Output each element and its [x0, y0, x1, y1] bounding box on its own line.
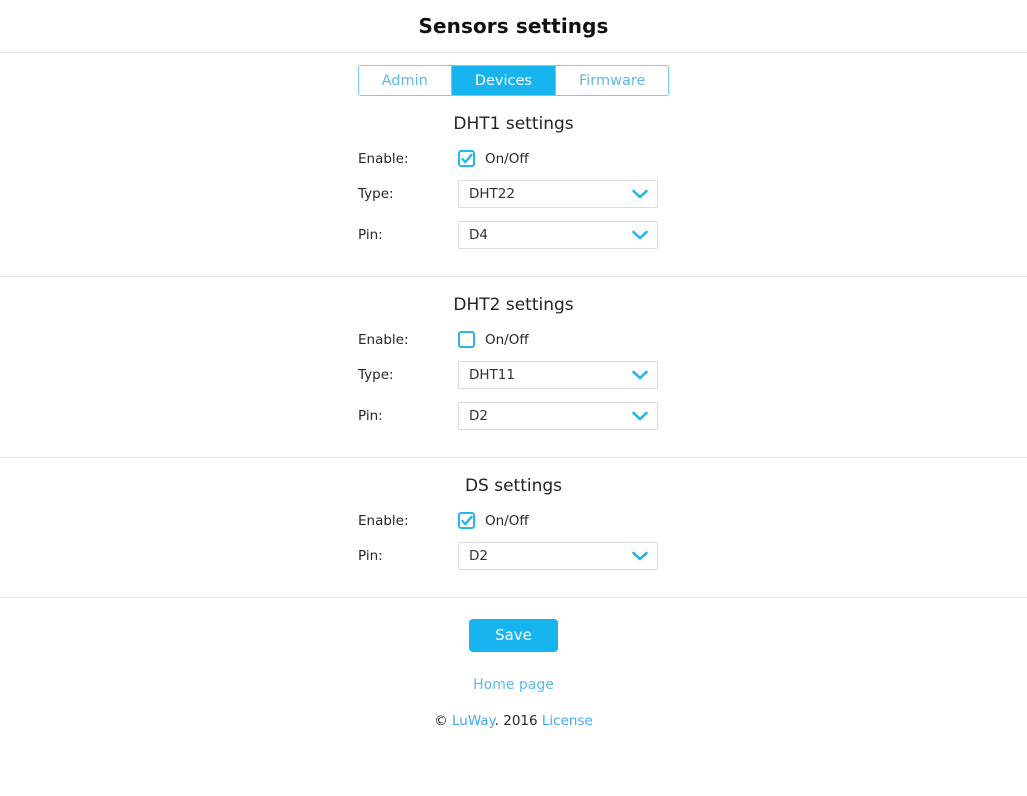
- page-header: Sensors settings: [0, 0, 1027, 53]
- brand-link[interactable]: LuWay: [452, 713, 495, 729]
- field-row-ds-enable: Enable: On/Off: [0, 512, 1027, 529]
- checkbox-line-ds-enable: On/Off: [458, 512, 529, 529]
- control-dht2-enable: On/Off: [458, 331, 529, 348]
- field-row-dht1-type: Type: DHT22: [0, 180, 1027, 208]
- chevron-down-icon: [631, 188, 649, 200]
- select-ds-pin-value: D2: [469, 548, 488, 564]
- select-dht2-pin[interactable]: D2: [458, 402, 658, 430]
- field-row-dht1-enable: Enable: On/Off: [0, 150, 1027, 167]
- control-dht2-type: DHT11: [458, 361, 658, 389]
- checkbox-line-dht2-enable: On/Off: [458, 331, 529, 348]
- section-dht2: DHT2 settings Enable: On/Off Type: DHT11: [0, 295, 1027, 458]
- control-dht2-pin: D2: [458, 402, 658, 430]
- section-title-ds: DS settings: [464, 476, 563, 496]
- checkbox-label-dht1-enable: On/Off: [485, 150, 529, 167]
- label-dht2-type: Type:: [358, 367, 394, 383]
- select-dht1-type-value: DHT22: [469, 186, 515, 202]
- control-ds-pin: D2: [458, 542, 658, 570]
- copyright-line: © LuWay. 2016 License: [0, 713, 1027, 729]
- label-dht1-pin: Pin:: [358, 227, 383, 243]
- control-dht1-pin: D4: [458, 221, 658, 249]
- page-title: Sensors settings: [418, 14, 609, 38]
- checkmark-icon: [460, 153, 473, 163]
- field-row-dht2-type: Type: DHT11: [0, 361, 1027, 389]
- section-ds: DS settings Enable: On/Off Pin: D2: [0, 476, 1027, 598]
- chevron-down-icon: [631, 410, 649, 422]
- select-dht2-type[interactable]: DHT11: [458, 361, 658, 389]
- tab-admin[interactable]: Admin: [358, 66, 452, 95]
- checkbox-dht2-enable[interactable]: [458, 331, 475, 348]
- copyright-symbol: ©: [434, 713, 448, 729]
- save-button[interactable]: Save: [469, 619, 558, 652]
- select-ds-pin[interactable]: D2: [458, 542, 658, 570]
- chevron-down-icon: [631, 229, 649, 241]
- page-footer: Save Home page © LuWay. 2016 License: [0, 598, 1027, 729]
- section-title-dht1: DHT1 settings: [453, 114, 574, 134]
- tab-devices[interactable]: Devices: [451, 66, 556, 95]
- field-row-dht2-enable: Enable: On/Off: [0, 331, 1027, 348]
- control-ds-enable: On/Off: [458, 512, 529, 529]
- label-dht2-enable: Enable:: [358, 331, 409, 348]
- label-dht2-pin: Pin:: [358, 408, 383, 424]
- tab-firmware[interactable]: Firmware: [555, 66, 669, 95]
- control-dht1-type: DHT22: [458, 180, 658, 208]
- select-dht2-pin-value: D2: [469, 408, 488, 424]
- checkbox-ds-enable[interactable]: [458, 512, 475, 529]
- tabs-container: Admin Devices Firmware: [0, 53, 1027, 96]
- section-dht1: DHT1 settings Enable: On/Off Type: DHT22: [0, 114, 1027, 277]
- checkbox-label-ds-enable: On/Off: [485, 512, 529, 529]
- label-dht1-type: Type:: [358, 186, 394, 202]
- home-page-link[interactable]: Home page: [0, 677, 1027, 693]
- checkmark-icon: [460, 515, 473, 525]
- chevron-down-icon: [631, 369, 649, 381]
- license-link[interactable]: License: [542, 713, 593, 729]
- label-ds-pin: Pin:: [358, 548, 383, 564]
- tab-bar: Admin Devices Firmware: [357, 65, 670, 96]
- label-dht1-enable: Enable:: [358, 150, 409, 167]
- field-row-ds-pin: Pin: D2: [0, 542, 1027, 570]
- checkbox-dht1-enable[interactable]: [458, 150, 475, 167]
- label-ds-enable: Enable:: [358, 512, 409, 529]
- copyright-year: . 2016: [494, 713, 542, 729]
- checkbox-label-dht2-enable: On/Off: [485, 331, 529, 348]
- select-dht1-pin-value: D4: [469, 227, 488, 243]
- section-title-dht2: DHT2 settings: [453, 295, 574, 315]
- select-dht2-type-value: DHT11: [469, 367, 515, 383]
- select-dht1-pin[interactable]: D4: [458, 221, 658, 249]
- control-dht1-enable: On/Off: [458, 150, 529, 167]
- chevron-down-icon: [631, 550, 649, 562]
- field-row-dht1-pin: Pin: D4: [0, 221, 1027, 249]
- field-row-dht2-pin: Pin: D2: [0, 402, 1027, 430]
- select-dht1-type[interactable]: DHT22: [458, 180, 658, 208]
- checkbox-line-dht1-enable: On/Off: [458, 150, 529, 167]
